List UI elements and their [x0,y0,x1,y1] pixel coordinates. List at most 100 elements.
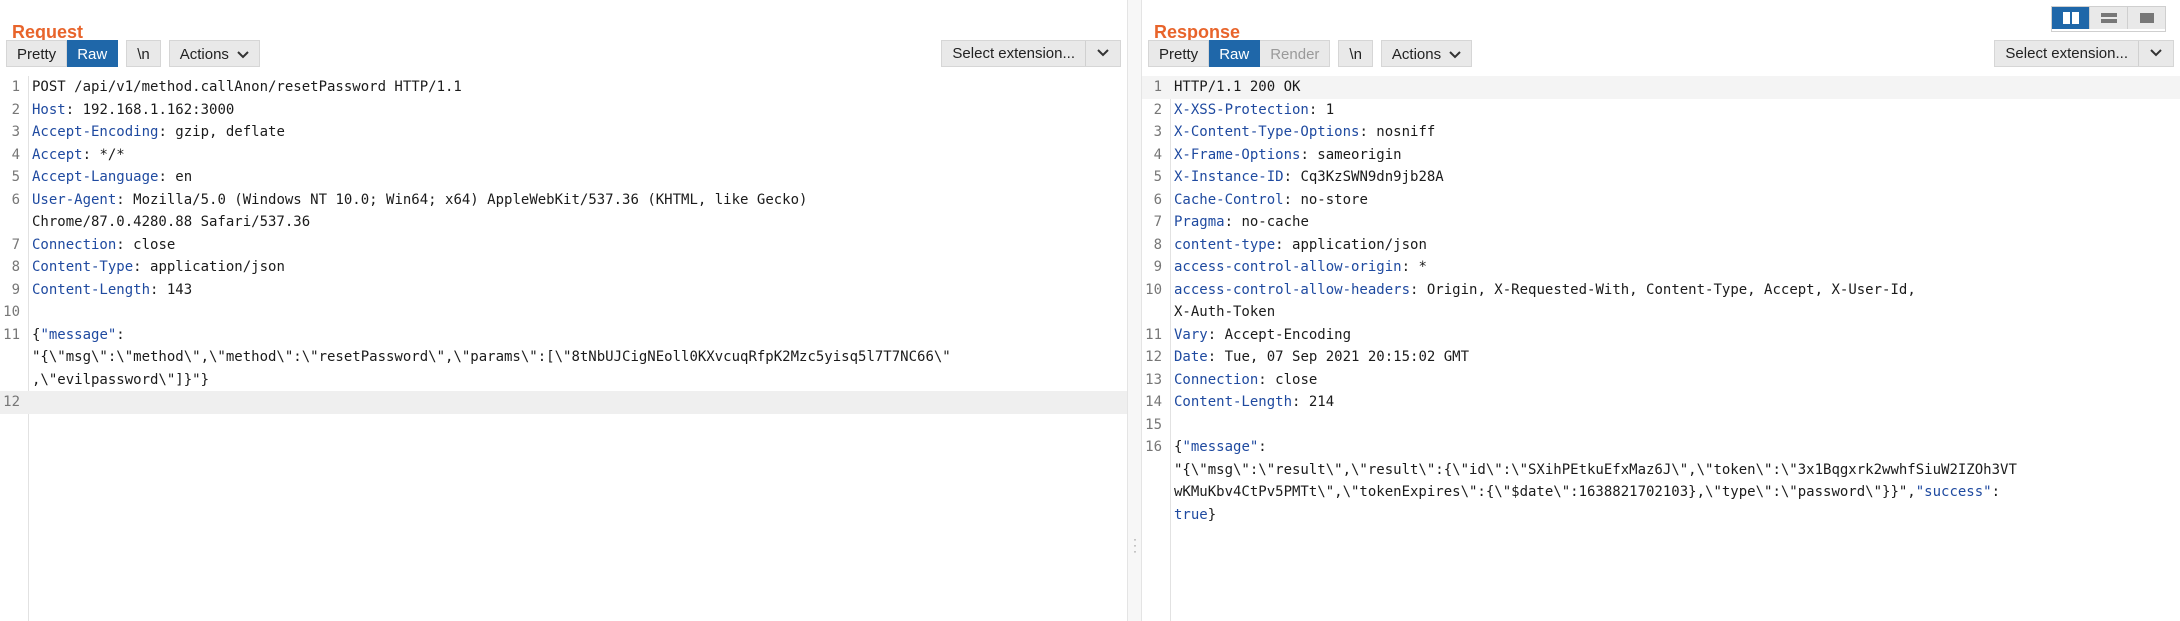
single-pane-icon[interactable] [2127,7,2165,29]
line-number [0,369,32,392]
splitter-grip-icon[interactable]: · · · [1133,533,1137,557]
code-line[interactable]: "{\"msg\":\"result\",\"result\":{\"id\":… [1142,459,2180,482]
code-line[interactable]: true} [1142,504,2180,527]
header-colon: : [158,124,167,140]
code-line[interactable]: "{\"msg\":\"method\",\"method\":\"resetP… [0,346,1127,369]
request-select-extension[interactable]: Select extension... [941,39,1121,67]
line-text: * [1410,259,1427,275]
code-line[interactable]: 10 [0,301,1127,324]
code-line[interactable]: 10 access-control-allow-headers: Origin, … [1142,279,2180,302]
response-select-extension[interactable]: Select extension... [1994,39,2174,67]
response-editor[interactable]: 1 HTTP/1.1 200 OK 2 X-XSS-Protection: 1 3 X-C… [1142,76,2180,621]
header-colon: : [116,236,125,253]
code-line[interactable]: 14 Content-Length: 214 [1142,391,2180,414]
line-text: nosniff [1367,124,1436,140]
line-number: 7 [1153,214,1162,230]
line-text: Chrome/87.0.4280.88 Safari/537.36 [32,214,311,230]
http-message-viewer: Request Pretty Raw \n Actions Select ext… [0,0,2180,621]
code-line[interactable]: 8 content-type: application/json [1142,234,2180,257]
code-line[interactable]: ,\"evilpassword\"]}"} [0,369,1127,392]
code-line[interactable]: 5 X-Instance-ID: Cq3KzSWN9dn9jb28A [1142,166,2180,189]
code-line[interactable]: 4 X-Frame-Options: sameorigin [1142,144,2180,167]
header-colon: : [1401,259,1411,275]
header-name: Content-Length [1174,394,1293,410]
code-line[interactable]: 12 [0,391,1127,414]
code-line[interactable]: Chrome/87.0.4280.88 Safari/537.36 [0,211,1127,234]
json-key: "message" [40,326,117,343]
code-line[interactable]: 7 Connection: close [0,234,1127,257]
code-line[interactable]: 5 Accept-Language: en [0,166,1127,189]
code-line[interactable]: 6 Cache-Control: no-store [1142,189,2180,212]
line-text: 214 [1300,394,1335,410]
code-line[interactable]: 11 Vary: Accept-Encoding [1142,324,2180,347]
code-line[interactable]: 9 Content-Length: 143 [0,279,1127,302]
header-colon: : [116,191,125,208]
chevron-down-icon [1449,41,1461,68]
code-line[interactable]: 2 X-XSS-Protection: 1 [1142,99,2180,122]
response-select-extension-label: Select extension... [2005,44,2128,62]
chevron-down-icon[interactable] [2138,40,2173,66]
line-content: Connection: close [1174,369,1317,392]
line-number: 3 [11,124,20,140]
code-line[interactable]: 1 POST /api/v1/method.callAnon/resetPassw… [0,76,1127,99]
json-key: "message" [1182,439,1259,455]
code-line[interactable]: 3 Accept-Encoding: gzip, deflate [0,121,1127,144]
panel-splitter[interactable]: · · · [1127,0,1142,621]
line-content: Accept-Language: en [32,166,192,189]
line-number: 2 [11,101,20,118]
response-pretty-button[interactable]: Pretty [1148,39,1210,67]
code-line[interactable]: 15 [1142,414,2180,437]
line-content: {"message": [32,324,125,347]
code-line[interactable]: 12 Date: Tue, 07 Sep 2021 20:15:02 GMT [1142,346,2180,369]
response-newline-toggle[interactable]: \n [1338,39,1373,67]
line-text: HTTP/1.1 200 OK [1174,79,1301,95]
code-line[interactable]: 11 {"message": [0,324,1127,347]
line-text: Tue, 07 Sep 2021 20:15:02 GMT [1216,349,1470,365]
header-colon: : [65,101,75,118]
line-number: 1 [11,79,20,95]
code-line[interactable]: 1 HTTP/1.1 200 OK [1142,76,2180,99]
line-content: X-Content-Type-Options: nosniff [1174,121,1435,144]
line-content: Accept: */* [32,144,125,167]
request-raw-button[interactable]: Raw [67,39,119,67]
line-content: wKMuKbv4CtPv5PMTt\",\"tokenExpires\":{\"… [1174,481,2000,504]
code-line[interactable]: 16 {"message": [1142,436,2180,459]
columns-icon[interactable] [2052,7,2089,29]
response-title: Response [1154,22,1241,42]
line-number: 3 [1153,124,1162,140]
line-content: Chrome/87.0.4280.88 Safari/537.36 [32,211,310,234]
code-line[interactable]: X-Auth-Token [1142,301,2180,324]
line-number [0,211,32,234]
code-line[interactable]: wKMuKbv4CtPv5PMTt\",\"tokenExpires\":{\"… [1142,481,2180,504]
code-line[interactable]: 2 Host: 192.168.1.162:3000 [0,99,1127,122]
line-number: 6 [1153,191,1162,208]
response-actions-button[interactable]: Actions [1380,39,1473,68]
request-newline-toggle[interactable]: \n [126,39,161,67]
line-number [0,346,32,369]
code-line[interactable]: 3 X-Content-Type-Options: nosniff [1142,121,2180,144]
line-content: Content-Length: 143 [32,279,192,302]
request-toolbar: Pretty Raw \n Actions Select extension..… [0,38,1127,68]
code-line[interactable]: 9 access-control-allow-origin: * [1142,256,2180,279]
code-line[interactable]: 8 Content-Type: application/json [0,256,1127,279]
line-content: Connection: close [32,234,175,257]
header-name: X-XSS-Protection [1174,101,1309,118]
chevron-down-icon[interactable] [1085,40,1120,66]
code-line[interactable]: 13 Connection: close [1142,369,2180,392]
json-punct: : [1258,439,1267,455]
header-colon: : [82,146,92,163]
line-number: 11 [3,326,20,343]
request-editor[interactable]: 1 POST /api/v1/method.callAnon/resetPassw… [0,76,1127,621]
response-render-button[interactable]: Render [1260,39,1331,67]
line-content: ,\"evilpassword\"]}"} [32,369,209,392]
code-line[interactable]: 7 Pragma: no-cache [1142,211,2180,234]
line-text: wKMuKbv4CtPv5PMTt\",\"tokenExpires\":{\"… [1174,484,1916,500]
response-raw-button[interactable]: Raw [1209,39,1261,67]
request-actions-button[interactable]: Actions [168,39,260,67]
code-line[interactable]: 6 User-Agent: Mozilla/5.0 (Windows NT 10.… [0,189,1127,212]
line-text: application/json [141,259,285,275]
rows-icon[interactable] [2089,7,2127,29]
request-pretty-button[interactable]: Pretty [6,39,68,67]
code-line[interactable]: 4 Accept: */* [0,144,1127,167]
line-text: close [1266,371,1318,388]
